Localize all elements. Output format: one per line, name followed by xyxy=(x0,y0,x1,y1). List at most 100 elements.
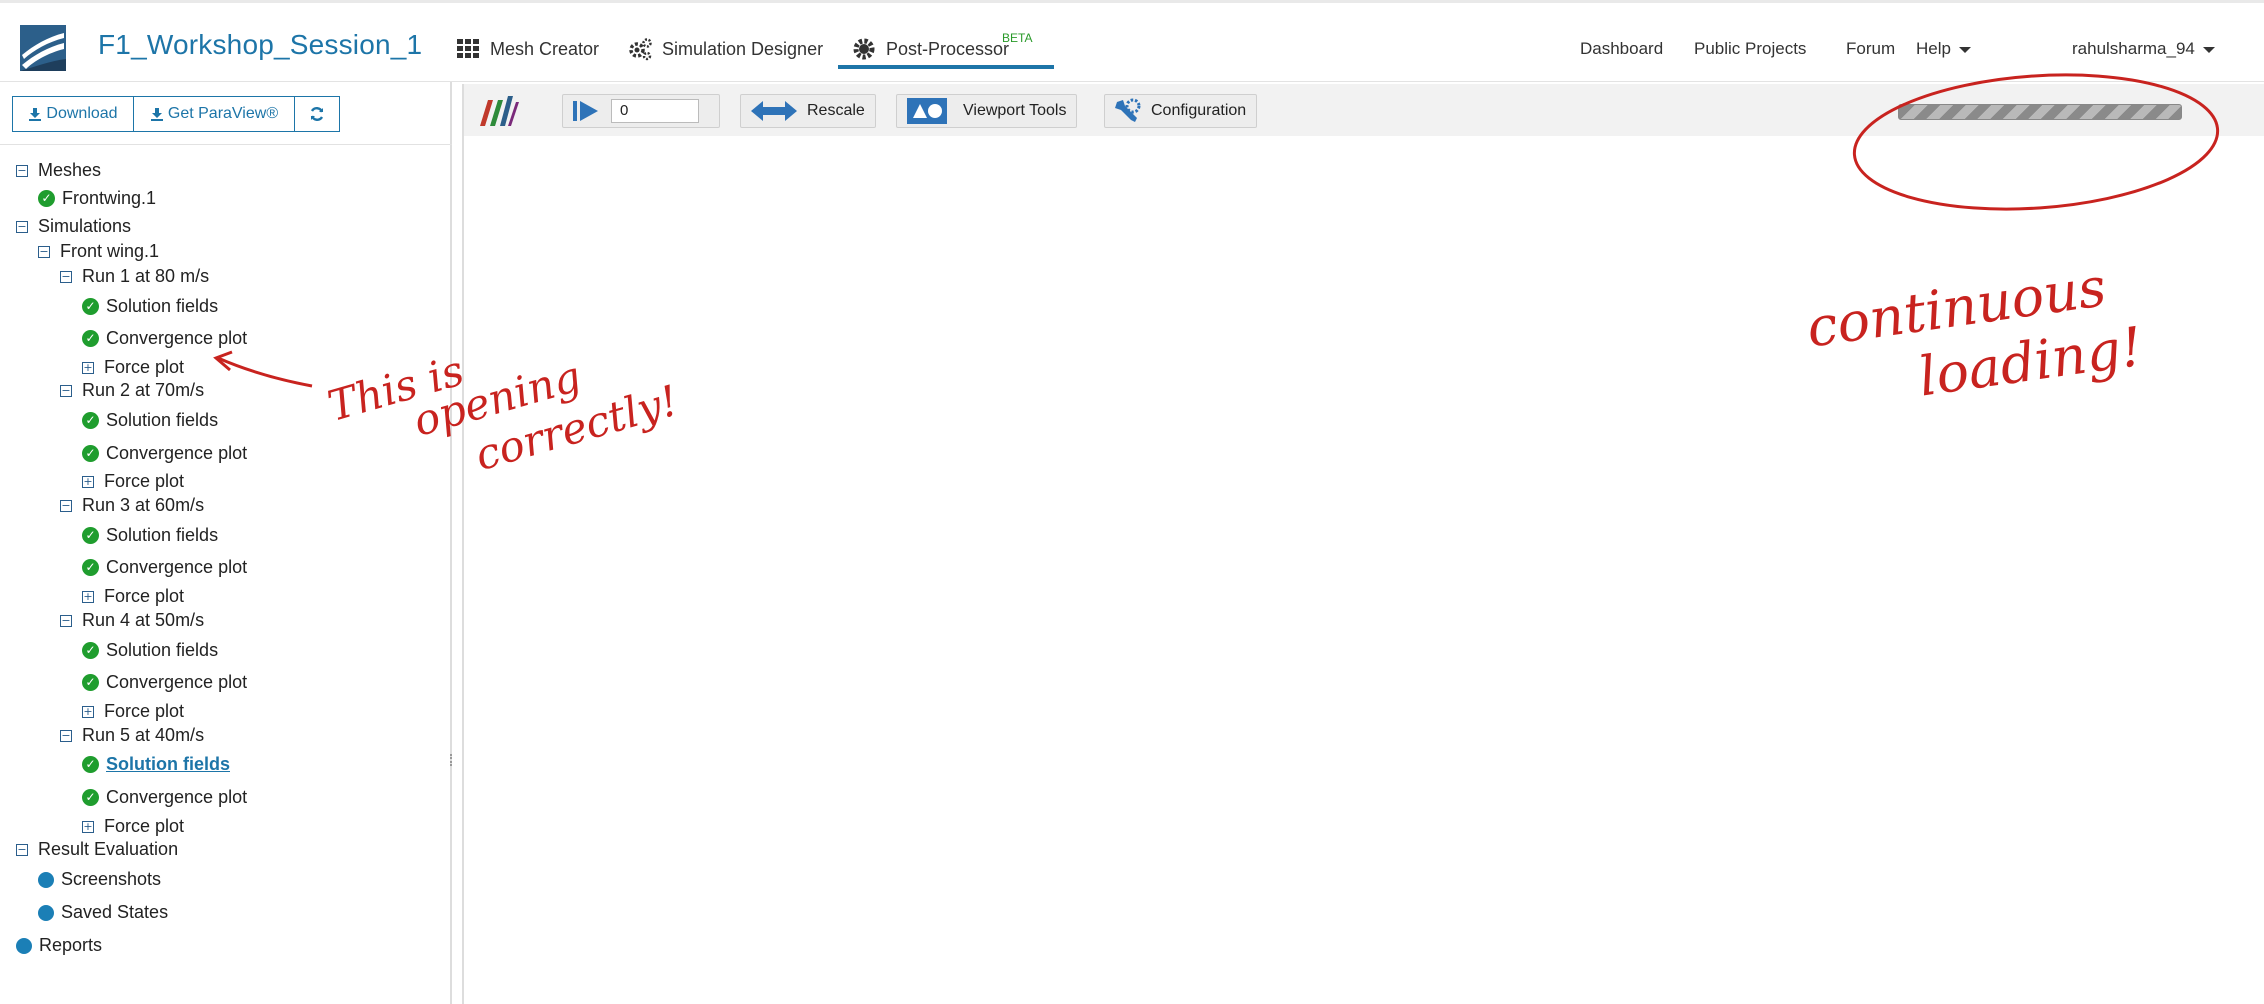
check-circle-icon: ✓ xyxy=(38,190,55,207)
nav-forum[interactable]: Forum xyxy=(1846,39,1895,59)
nav-help[interactable]: Help xyxy=(1916,39,1971,59)
check-circle-icon: ✓ xyxy=(82,298,99,315)
nav-simulation-designer[interactable]: Simulation Designer xyxy=(628,37,823,61)
refresh-icon xyxy=(310,107,324,121)
check-circle-icon: ✓ xyxy=(82,789,99,806)
nav-mesh-creator-label: Mesh Creator xyxy=(490,38,600,59)
tree-node-run-2[interactable]: − Run 2 at 70m/s xyxy=(60,380,204,401)
tree-label: Meshes xyxy=(38,160,102,180)
collapse-icon[interactable]: − xyxy=(16,220,28,233)
tree-node-run-5[interactable]: − Run 5 at 40m/s xyxy=(60,725,204,746)
tree-node-result-evaluation[interactable]: − Result Evaluation xyxy=(16,839,178,860)
collapse-icon[interactable]: − xyxy=(60,270,72,283)
tree-label: Run 4 at 50m/s xyxy=(82,610,205,630)
download-button-label: Download xyxy=(46,105,118,122)
tree-label: Front wing.1 xyxy=(60,241,160,261)
check-circle-icon: ✓ xyxy=(82,445,99,462)
tree-node-run-3[interactable]: − Run 3 at 60m/s xyxy=(60,495,204,516)
tree-node-solution-fields-selected[interactable]: ✓ Solution fields xyxy=(82,754,230,775)
collapse-icon[interactable]: − xyxy=(16,843,28,856)
tree-label: Run 1 at 80 m/s xyxy=(82,266,210,286)
tree-node-run-4[interactable]: − Run 4 at 50m/s xyxy=(60,610,204,631)
check-circle-icon: ✓ xyxy=(82,330,99,347)
app-logo-icon[interactable] xyxy=(20,25,66,71)
tree-node-frontwing-mesh[interactable]: ✓ Frontwing.1 xyxy=(38,188,156,209)
tree-node-convergence-plot[interactable]: ✓ Convergence plot xyxy=(82,328,247,349)
tree-label: Result Evaluation xyxy=(38,839,179,859)
frame-input[interactable]: 0 xyxy=(611,99,699,123)
tree-node-convergence-plot[interactable]: ✓ Convergence plot xyxy=(82,557,247,578)
play-control: 0 xyxy=(562,94,720,128)
configuration-button[interactable]: Configuration xyxy=(1104,94,1258,128)
expand-icon[interactable]: + xyxy=(82,705,94,718)
wrench-gear-icon xyxy=(1115,98,1141,122)
tree-label: Force plot xyxy=(104,471,185,491)
get-paraview-button-label: Get ParaView® xyxy=(167,105,279,122)
tree-node-force-plot[interactable]: + Force plot xyxy=(82,471,184,492)
nav-help-label: Help xyxy=(1916,39,1951,58)
tree-node-solution-fields[interactable]: ✓ Solution fields xyxy=(82,410,218,431)
tree-node-screenshots[interactable]: Screenshots xyxy=(38,869,161,890)
expand-icon[interactable]: + xyxy=(82,475,94,488)
check-circle-icon: ✓ xyxy=(82,559,99,576)
tree-label: Saved States xyxy=(61,902,169,922)
nav-mesh-creator[interactable]: Mesh Creator xyxy=(456,37,599,61)
collapse-icon[interactable]: − xyxy=(60,614,72,627)
user-menu[interactable]: rahulsharma_94 xyxy=(2072,39,2215,59)
resize-handle[interactable] xyxy=(450,754,456,766)
play-icon[interactable] xyxy=(571,99,601,123)
tree-node-convergence-plot[interactable]: ✓ Convergence plot xyxy=(82,672,247,693)
tree-node-force-plot[interactable]: + Force plot xyxy=(82,357,184,378)
rescale-label: Rescale xyxy=(807,102,865,119)
download-icon xyxy=(150,108,163,121)
tree-node-solution-fields[interactable]: ✓ Solution fields xyxy=(82,525,218,546)
tree-label: Force plot xyxy=(104,816,185,836)
collapse-icon[interactable]: − xyxy=(60,729,72,742)
collapse-icon[interactable]: − xyxy=(38,245,50,258)
refresh-button[interactable] xyxy=(294,96,340,132)
nav-public-projects[interactable]: Public Projects xyxy=(1694,39,1806,59)
tree-node-force-plot[interactable]: + Force plot xyxy=(82,816,184,837)
get-paraview-button[interactable]: Get ParaView® xyxy=(133,96,295,132)
tree-node-solution-fields[interactable]: ✓ Solution fields xyxy=(82,640,218,661)
viewport-tools-label: Viewport Tools xyxy=(963,102,1067,119)
top-navbar: F1_Workshop_Session_1 Mesh Creator Simul… xyxy=(0,0,2264,82)
tree-label: Run 2 at 70m/s xyxy=(82,380,205,400)
tree-node-run-1[interactable]: − Run 1 at 80 m/s xyxy=(60,266,209,287)
project-title[interactable]: F1_Workshop_Session_1 xyxy=(98,29,422,61)
tree-label: Frontwing.1 xyxy=(62,188,157,208)
nav-post-processor[interactable]: Post-Processor xyxy=(852,37,1009,61)
tree-label: Convergence plot xyxy=(106,672,248,692)
paraview-logo-icon xyxy=(480,96,519,126)
tree-node-saved-states[interactable]: Saved States xyxy=(38,902,168,923)
check-circle-icon: ✓ xyxy=(82,527,99,544)
collapse-icon[interactable]: − xyxy=(60,499,72,512)
expand-icon[interactable]: + xyxy=(82,590,94,603)
configuration-label: Configuration xyxy=(1151,102,1247,119)
tree-node-force-plot[interactable]: + Force plot xyxy=(82,701,184,722)
rescale-button[interactable]: Rescale xyxy=(740,94,876,128)
tree-node-front-wing[interactable]: − Front wing.1 xyxy=(38,241,159,262)
tree-node-force-plot[interactable]: + Force plot xyxy=(82,586,184,607)
project-tree-panel: Download Get ParaView® − Meshes ✓ Frontw… xyxy=(0,82,452,1004)
tree-node-convergence-plot[interactable]: ✓ Convergence plot xyxy=(82,443,247,464)
expand-icon[interactable]: + xyxy=(82,820,94,833)
tree-node-convergence-plot[interactable]: ✓ Convergence plot xyxy=(82,787,247,808)
tree-label: Convergence plot xyxy=(106,443,248,463)
tree-label: Reports xyxy=(39,935,103,955)
check-circle-icon: ✓ xyxy=(82,674,99,691)
expand-icon[interactable]: + xyxy=(82,361,94,374)
post-processor-viewport[interactable]: 0 Rescale Viewport Tools Configuration xyxy=(462,84,2264,1004)
download-button[interactable]: Download xyxy=(12,96,134,132)
tree-node-simulations[interactable]: − Simulations xyxy=(16,216,131,237)
tree-label: Convergence plot xyxy=(106,328,248,348)
nav-dashboard[interactable]: Dashboard xyxy=(1580,39,1663,59)
tree-node-solution-fields[interactable]: ✓ Solution fields xyxy=(82,296,218,317)
collapse-icon[interactable]: − xyxy=(60,384,72,397)
tree-node-meshes[interactable]: − Meshes xyxy=(16,160,101,181)
nav-post-processor-label: Post-Processor xyxy=(886,38,1010,59)
viewport-tools-button[interactable]: Viewport Tools xyxy=(896,94,1078,128)
collapse-icon[interactable]: − xyxy=(16,164,28,177)
loading-progress-bar xyxy=(1898,104,2182,120)
tree-node-reports[interactable]: Reports xyxy=(16,935,102,956)
